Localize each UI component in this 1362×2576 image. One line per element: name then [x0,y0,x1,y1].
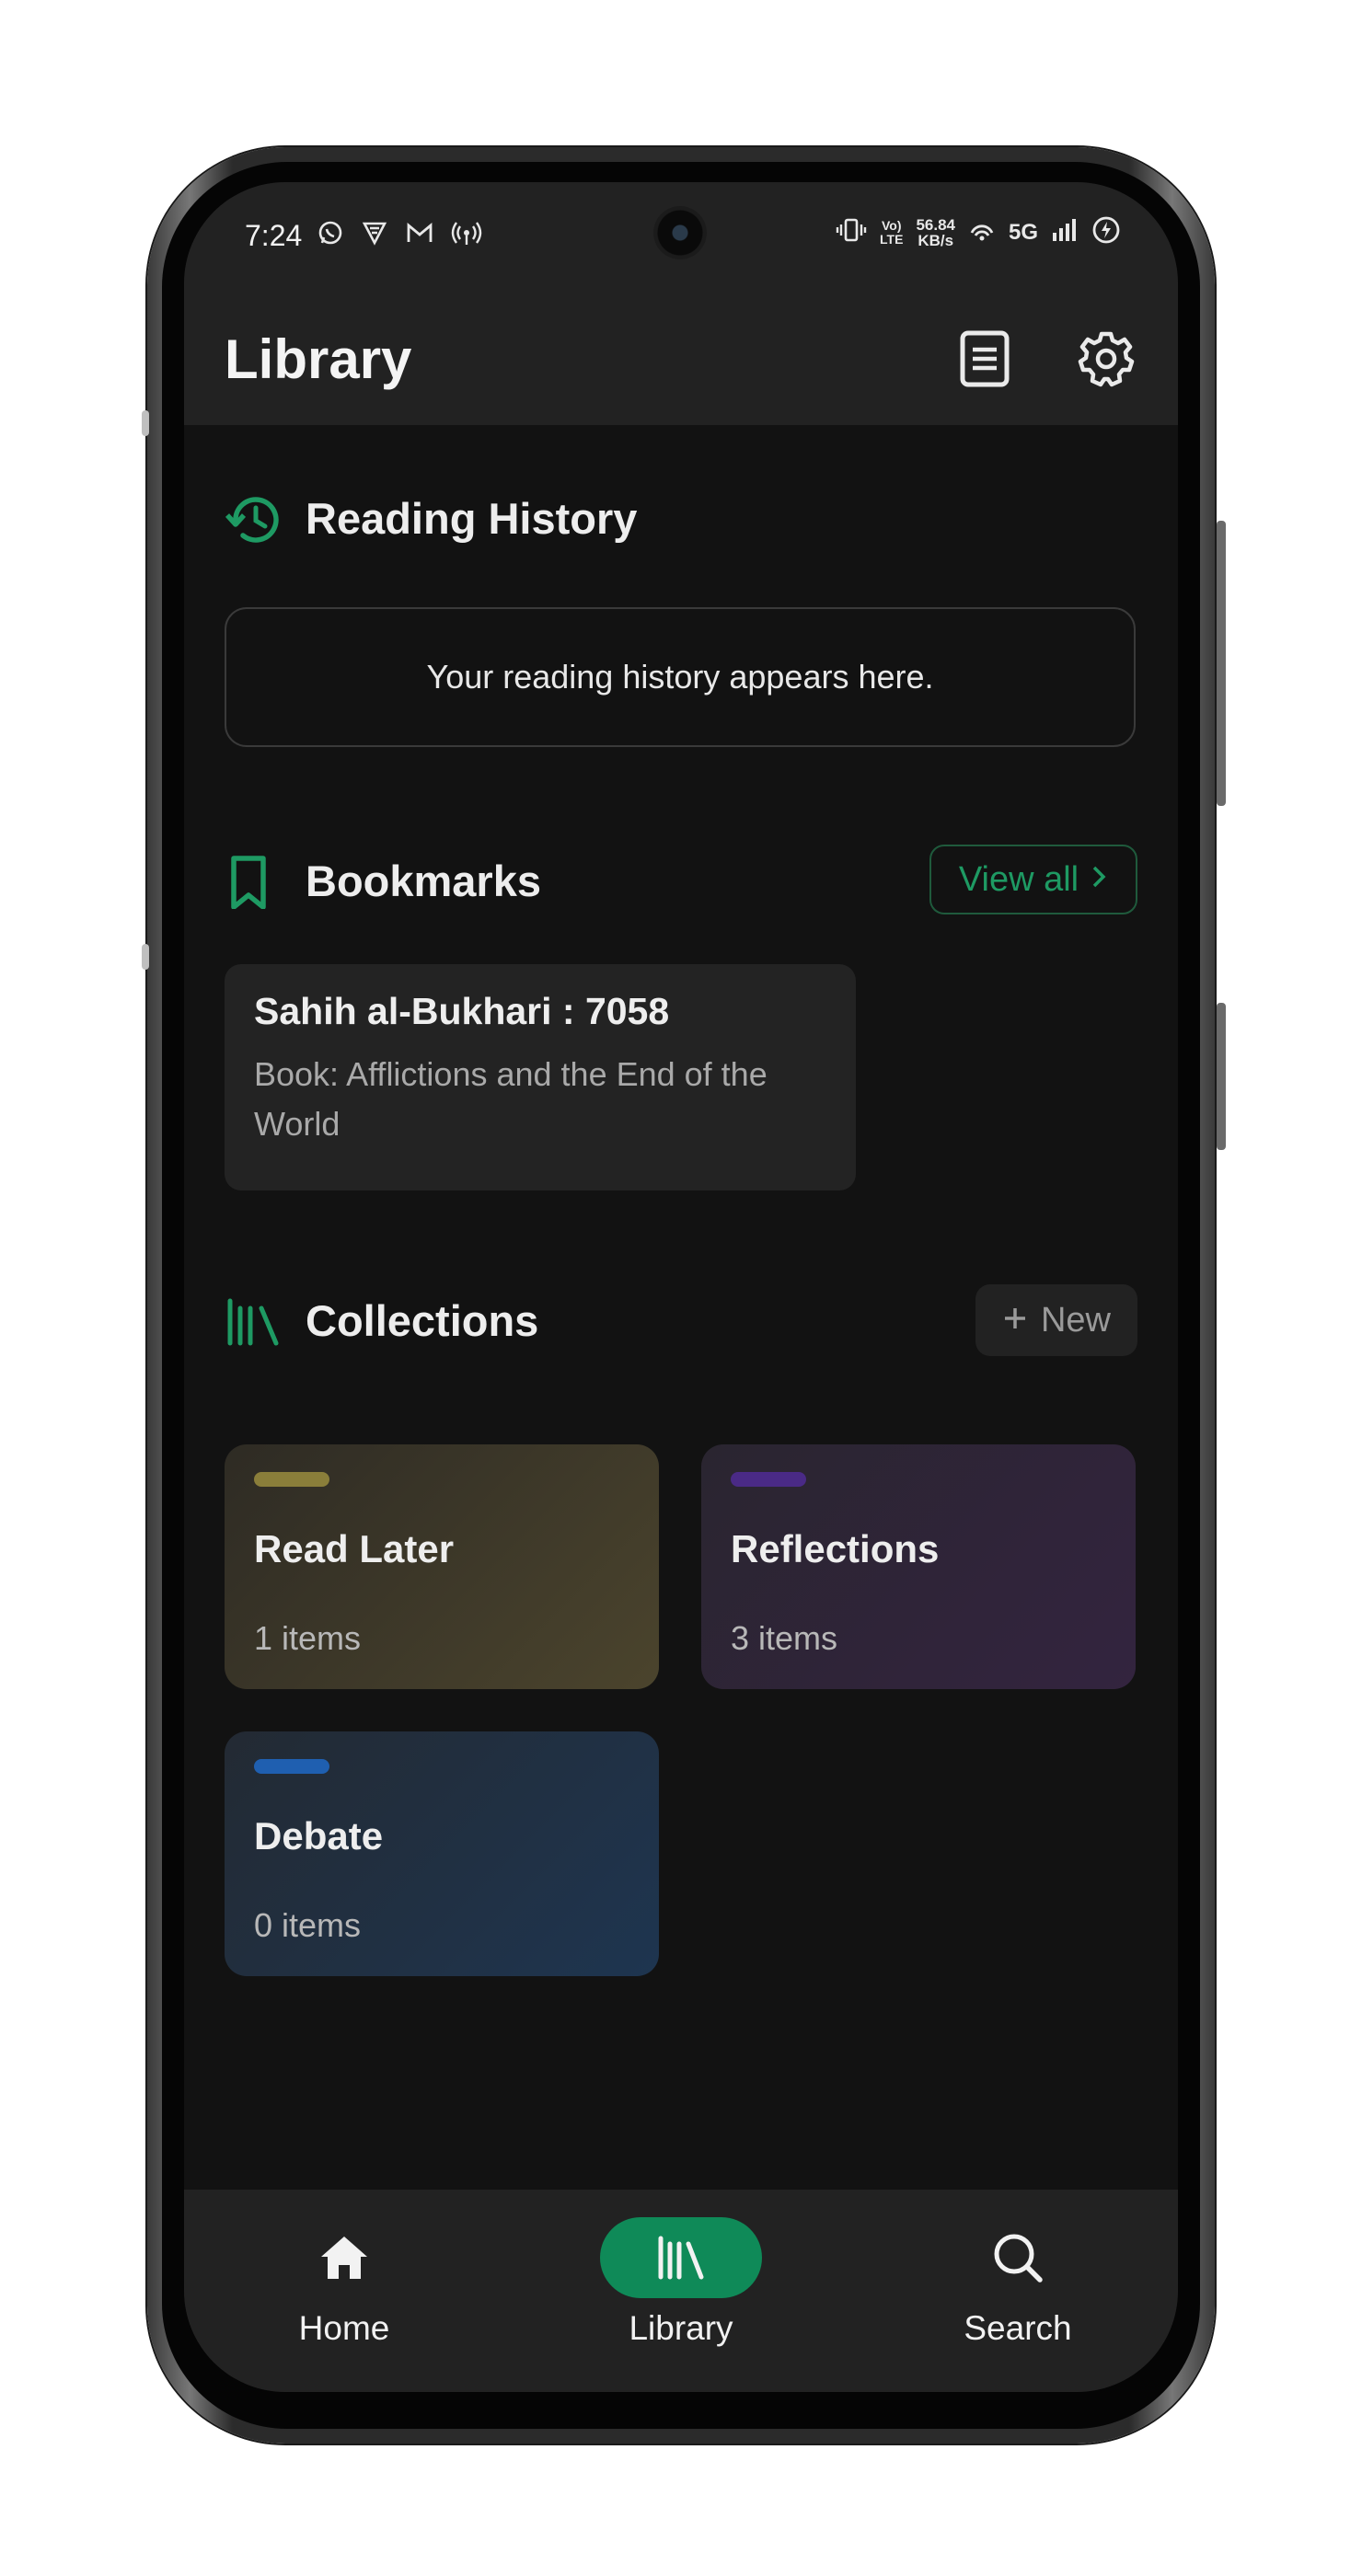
hotspot-icon [451,219,482,252]
library-icon [225,1295,282,1349]
bottom-navigation: Home Library Search [184,2190,1178,2392]
status-time: 7:24 [245,219,303,252]
collection-name: Debate [254,1814,384,1857]
volte-line1: Vo) [881,217,902,233]
frame-notch-left-top [142,410,149,436]
app-bar: Library [184,293,1178,425]
net-speed-value: 56.84 [916,215,955,234]
nav-library[interactable]: Library [580,2217,782,2355]
volte-line2: LTE [880,231,904,247]
history-icon [225,493,282,546]
view-all-label: View all [958,859,1079,899]
volte-indicator: Vo) LTE [880,217,904,247]
screen: 7:24 Vo) LTE 56.84 KB/s 5G Library Readi… [184,182,1178,2392]
reading-history-empty-text: Your reading history appears here. [426,658,934,696]
collection-count: 1 items [254,1619,362,1657]
plus-icon [1002,1301,1028,1340]
vpn-icon [361,219,388,252]
nav-library-label: Library [629,2309,733,2347]
collections-title: Collections [306,1296,539,1345]
status-bar: 7:24 Vo) LTE 56.84 KB/s 5G [184,182,1178,293]
collection-color-bar [254,1472,329,1487]
book-icon[interactable] [955,329,1014,388]
collection-count: 0 items [254,1906,362,1944]
new-collection-label: New [1040,1300,1112,1340]
chevron-right-icon [1090,860,1108,900]
network-type: 5G [1008,219,1038,245]
collection-count: 3 items [731,1619,838,1657]
wifi-icon [968,216,996,248]
nav-home-label: Home [298,2309,390,2347]
net-speed: 56.84 KB/s [916,217,955,248]
net-speed-unit: KB/s [918,231,954,249]
signal-icon [1051,216,1079,248]
bookmark-book: Book: Afflictions and the End of the Wor… [254,1055,768,1143]
library-icon [600,2217,762,2298]
reading-history-title: Reading History [306,494,638,543]
reading-history-header: Reading History [225,480,1136,554]
nav-home[interactable]: Home [243,2217,445,2355]
collection-card-reflections[interactable]: Reflections 3 items [701,1444,1136,1689]
bookmark-title: Sahih al-Bukhari : 7058 [254,990,670,1032]
reading-history-empty-state: Your reading history appears here. [225,607,1136,747]
volume-button [1217,521,1226,806]
collection-card-debate[interactable]: Debate 0 items [225,1731,659,1976]
settings-gear-icon[interactable] [1077,329,1136,388]
status-right-cluster: Vo) LTE 56.84 KB/s 5G [836,215,1121,249]
new-collection-button[interactable]: New [975,1284,1137,1356]
collection-card-read-later[interactable]: Read Later 1 items [225,1444,659,1689]
bookmark-icon [225,856,282,910]
view-all-bookmarks-button[interactable]: View all [929,845,1137,914]
collection-name: Reflections [731,1527,940,1570]
collection-color-bar [254,1759,329,1774]
home-icon [263,2217,425,2298]
power-button [1217,1003,1226,1150]
bookmarks-title: Bookmarks [306,857,541,905]
collection-name: Read Later [254,1527,455,1570]
page-title: Library [225,328,412,390]
search-icon [937,2217,1099,2298]
bookmark-card[interactable]: Sahih al-Bukhari : 7058 Book: Affliction… [225,964,856,1190]
battery-charging-icon [1091,215,1121,249]
nav-search-label: Search [964,2309,1072,2347]
collection-color-bar [731,1472,806,1487]
front-camera [653,206,707,259]
gmail-icon [405,219,434,252]
whatsapp-icon [317,219,344,252]
frame-notch-left-bottom [142,944,149,970]
vibrate-icon [836,216,867,248]
nav-search[interactable]: Search [917,2217,1119,2355]
